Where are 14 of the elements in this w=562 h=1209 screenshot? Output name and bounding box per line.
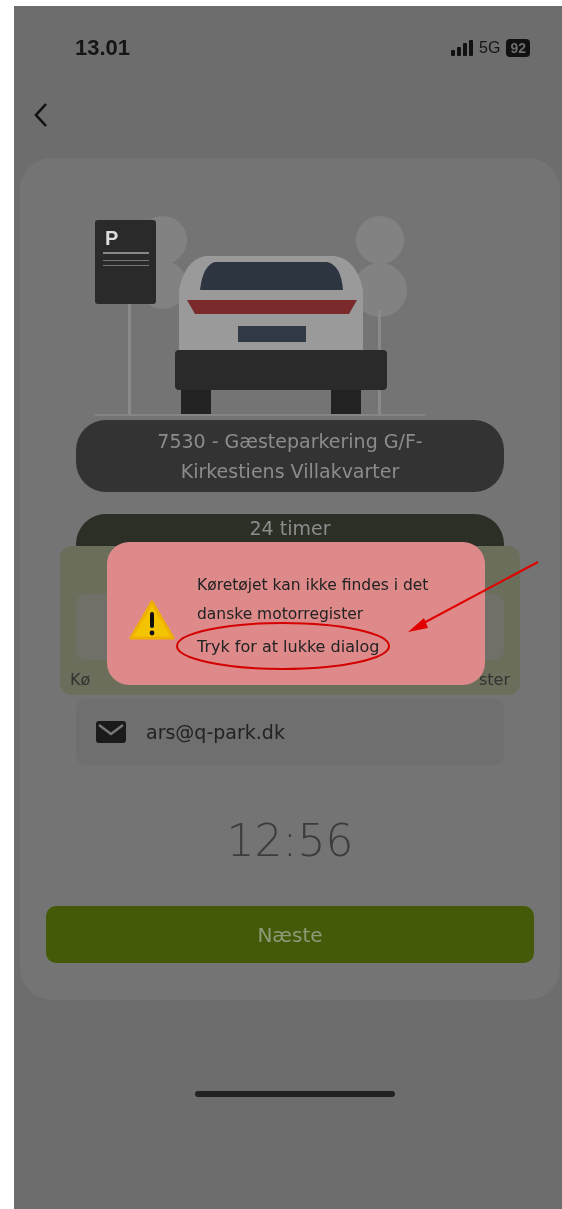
mail-icon [96, 721, 126, 743]
network-label: 5G [479, 39, 501, 57]
status-time: 13.01 [75, 35, 131, 61]
dialog-message: Køretøjet kan ikke findes i det danske motorregister [197, 575, 430, 625]
location-label: 7530 - Gæsteparkering G/F-Kirkestiens Villakvarter [76, 420, 504, 492]
back-icon[interactable] [33, 102, 49, 128]
battery-level: 92 [506, 39, 530, 57]
email-field[interactable]: ars@q-park.dk [76, 699, 504, 765]
countdown-timer: 12:56 [226, 815, 354, 866]
hint-text: Kø [70, 670, 91, 689]
signal-icon [451, 40, 474, 56]
parking-car-drawing: P [95, 190, 425, 420]
close-dialog-link[interactable]: Tryk for at lukke dialog [197, 637, 447, 656]
warning-icon [129, 599, 175, 640]
